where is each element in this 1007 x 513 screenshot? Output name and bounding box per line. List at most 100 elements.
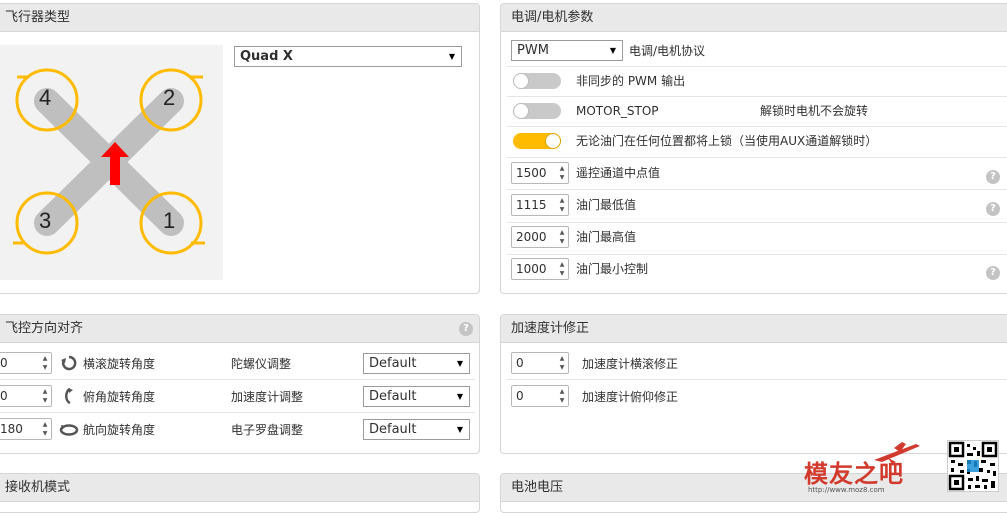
pitch-icon [65, 388, 73, 404]
stepper-icon[interactable]: ▲ ▼ [558, 354, 566, 372]
esc-panel: 电调/电机参数 PWM ▼ 电调/电机协议 非同步的 PWM 输出 MOTOR_… [500, 3, 1007, 294]
chevron-down-icon: ▼ [456, 359, 463, 368]
motor-4-label: 4 [39, 85, 52, 110]
divider [507, 126, 1007, 127]
max-throttle-input[interactable]: 2000 ▲ ▼ [511, 226, 569, 248]
stepper-icon[interactable]: ▲ ▼ [558, 387, 566, 405]
motor-2-label: 2 [163, 85, 176, 110]
divider [507, 66, 1007, 67]
yaw-degrees-label: 航向旋转角度 [83, 423, 156, 437]
acc-trim-title: 加速度计修正 [501, 315, 1007, 343]
mid-rc-value: 1500 [516, 166, 547, 180]
acc-pitch-trim-label: 加速度计俯仰修正 [582, 390, 679, 404]
arm-anywhere-toggle[interactable] [513, 133, 561, 149]
acc-pitch-trim-input[interactable]: 0 ▲ ▼ [511, 385, 569, 407]
gyro-align-select[interactable]: Default ▼ [363, 353, 470, 374]
motor-3-label: 3 [39, 208, 52, 233]
motor-1-label: 1 [163, 208, 176, 233]
stepper-icon[interactable]: ▲ ▼ [558, 228, 566, 246]
esc-protocol-value: PWM [517, 43, 549, 58]
acc-roll-trim-label: 加速度计横滚修正 [582, 357, 679, 371]
divider [507, 254, 1007, 255]
chevron-down-icon: ▼ [448, 52, 455, 61]
board-alignment-panel: 飞控方向对齐 ? 0 ▲ ▼ 横滚旋转角度 陀螺仪调整 Default ▼ 0 ▲… [0, 314, 480, 454]
esc-panel-title: 电调/电机参数 [501, 4, 1007, 32]
min-command-input[interactable]: 1000 ▲ ▼ [511, 258, 569, 280]
toggle-knob [513, 103, 529, 119]
stepper-icon[interactable]: ▲ ▼ [41, 420, 49, 438]
divider [507, 157, 1007, 158]
chevron-down-icon: ▼ [456, 392, 463, 401]
quad-x-icon [13, 68, 205, 255]
min-command-label: 油门最小控制 [576, 262, 649, 276]
watermark: 模友之吧 http://www.moz8.com [800, 440, 1007, 502]
quad-diagram: 4 2 3 1 [0, 45, 223, 280]
qr-code-icon [947, 440, 999, 492]
board-alignment-title: 飞控方向对齐 [0, 315, 479, 343]
acc-roll-trim-value: 0 [516, 356, 524, 370]
arm-anywhere-label: 无论油门在任何位置都将上锁（当使用AUX通道解锁时） [576, 134, 878, 148]
yaw-icon [59, 424, 79, 436]
min-throttle-value: 1115 [516, 198, 547, 212]
frame-type-value: Quad X [240, 49, 293, 64]
esc-protocol-label: 电调/电机协议 [629, 44, 706, 58]
stepper-icon[interactable]: ▲ ▼ [41, 354, 49, 372]
receiver-panel: 接收机模式 [0, 473, 480, 513]
chevron-down-icon: ▼ [456, 425, 463, 434]
acc-align-value: Default [369, 389, 417, 404]
divider [507, 222, 1007, 223]
acc-trim-panel: 加速度计修正 0 ▲ ▼ 加速度计横滚修正 0 ▲ ▼ 加速度计俯仰修正 [500, 314, 1007, 454]
stepper-icon[interactable]: ▲ ▼ [41, 387, 49, 405]
stepper-icon[interactable]: ▲ ▼ [558, 260, 566, 278]
async-pwm-toggle[interactable] [513, 73, 561, 89]
help-icon[interactable]: ? [986, 266, 1000, 280]
divider [507, 189, 1007, 190]
acc-roll-trim-input[interactable]: 0 ▲ ▼ [511, 352, 569, 374]
receiver-panel-title: 接收机模式 [0, 474, 479, 502]
motor-stop-label: MOTOR_STOP [576, 104, 659, 118]
help-icon[interactable]: ? [986, 202, 1000, 216]
help-icon[interactable]: ? [459, 322, 473, 336]
divider [507, 379, 1007, 380]
help-icon[interactable]: ? [986, 170, 1000, 184]
frame-type-select[interactable]: Quad X ▼ [234, 46, 462, 67]
pitch-degrees-label: 俯角旋转角度 [83, 390, 156, 404]
divider [0, 412, 475, 413]
min-command-value: 1000 [516, 262, 547, 276]
watermark-url: http://www.moz8.com [808, 486, 885, 494]
gyro-align-value: Default [369, 356, 417, 371]
stepper-icon[interactable]: ▲ ▼ [558, 196, 566, 214]
mag-align-value: Default [369, 422, 417, 437]
acc-align-select[interactable]: Default ▼ [363, 386, 470, 407]
watermark-brand: 模友之吧 [804, 460, 904, 488]
esc-protocol-select[interactable]: PWM ▼ [511, 40, 623, 61]
max-throttle-label: 油门最高值 [576, 230, 637, 244]
frame-panel-title: 飞行器类型 [0, 4, 479, 32]
mag-align-select[interactable]: Default ▼ [363, 419, 470, 440]
roll-degrees-input[interactable]: 0 ▲ ▼ [0, 352, 52, 374]
toggle-knob [513, 73, 529, 89]
stepper-icon[interactable]: ▲ ▼ [558, 164, 566, 182]
pitch-degrees-value: 0 [0, 389, 8, 403]
chevron-down-icon: ▼ [609, 46, 616, 55]
divider [0, 379, 475, 380]
motor-stop-toggle[interactable] [513, 103, 561, 119]
min-throttle-label: 油门最低值 [576, 198, 637, 212]
roll-degrees-value: 0 [0, 356, 8, 370]
roll-degrees-label: 横滚旋转角度 [83, 357, 156, 371]
yaw-degrees-input[interactable]: 180 ▲ ▼ [0, 418, 52, 440]
acc-pitch-trim-value: 0 [516, 389, 524, 403]
acc-align-label: 加速度计调整 [231, 390, 304, 404]
roll-icon [61, 355, 77, 371]
frame-panel: 飞行器类型 4 2 3 1 Quad X ▼ [0, 3, 480, 294]
min-throttle-input[interactable]: 1115 ▲ ▼ [511, 194, 569, 216]
toggle-knob [545, 133, 561, 149]
mid-rc-input[interactable]: 1500 ▲ ▼ [511, 162, 569, 184]
yaw-degrees-value: 180 [0, 422, 23, 436]
mid-rc-label: 遥控通道中点值 [576, 166, 661, 180]
pitch-degrees-input[interactable]: 0 ▲ ▼ [0, 385, 52, 407]
divider [507, 96, 1007, 97]
gyro-align-label: 陀螺仪调整 [231, 357, 292, 371]
async-pwm-label: 非同步的 PWM 输出 [576, 74, 686, 88]
mag-align-label: 电子罗盘调整 [231, 423, 304, 437]
